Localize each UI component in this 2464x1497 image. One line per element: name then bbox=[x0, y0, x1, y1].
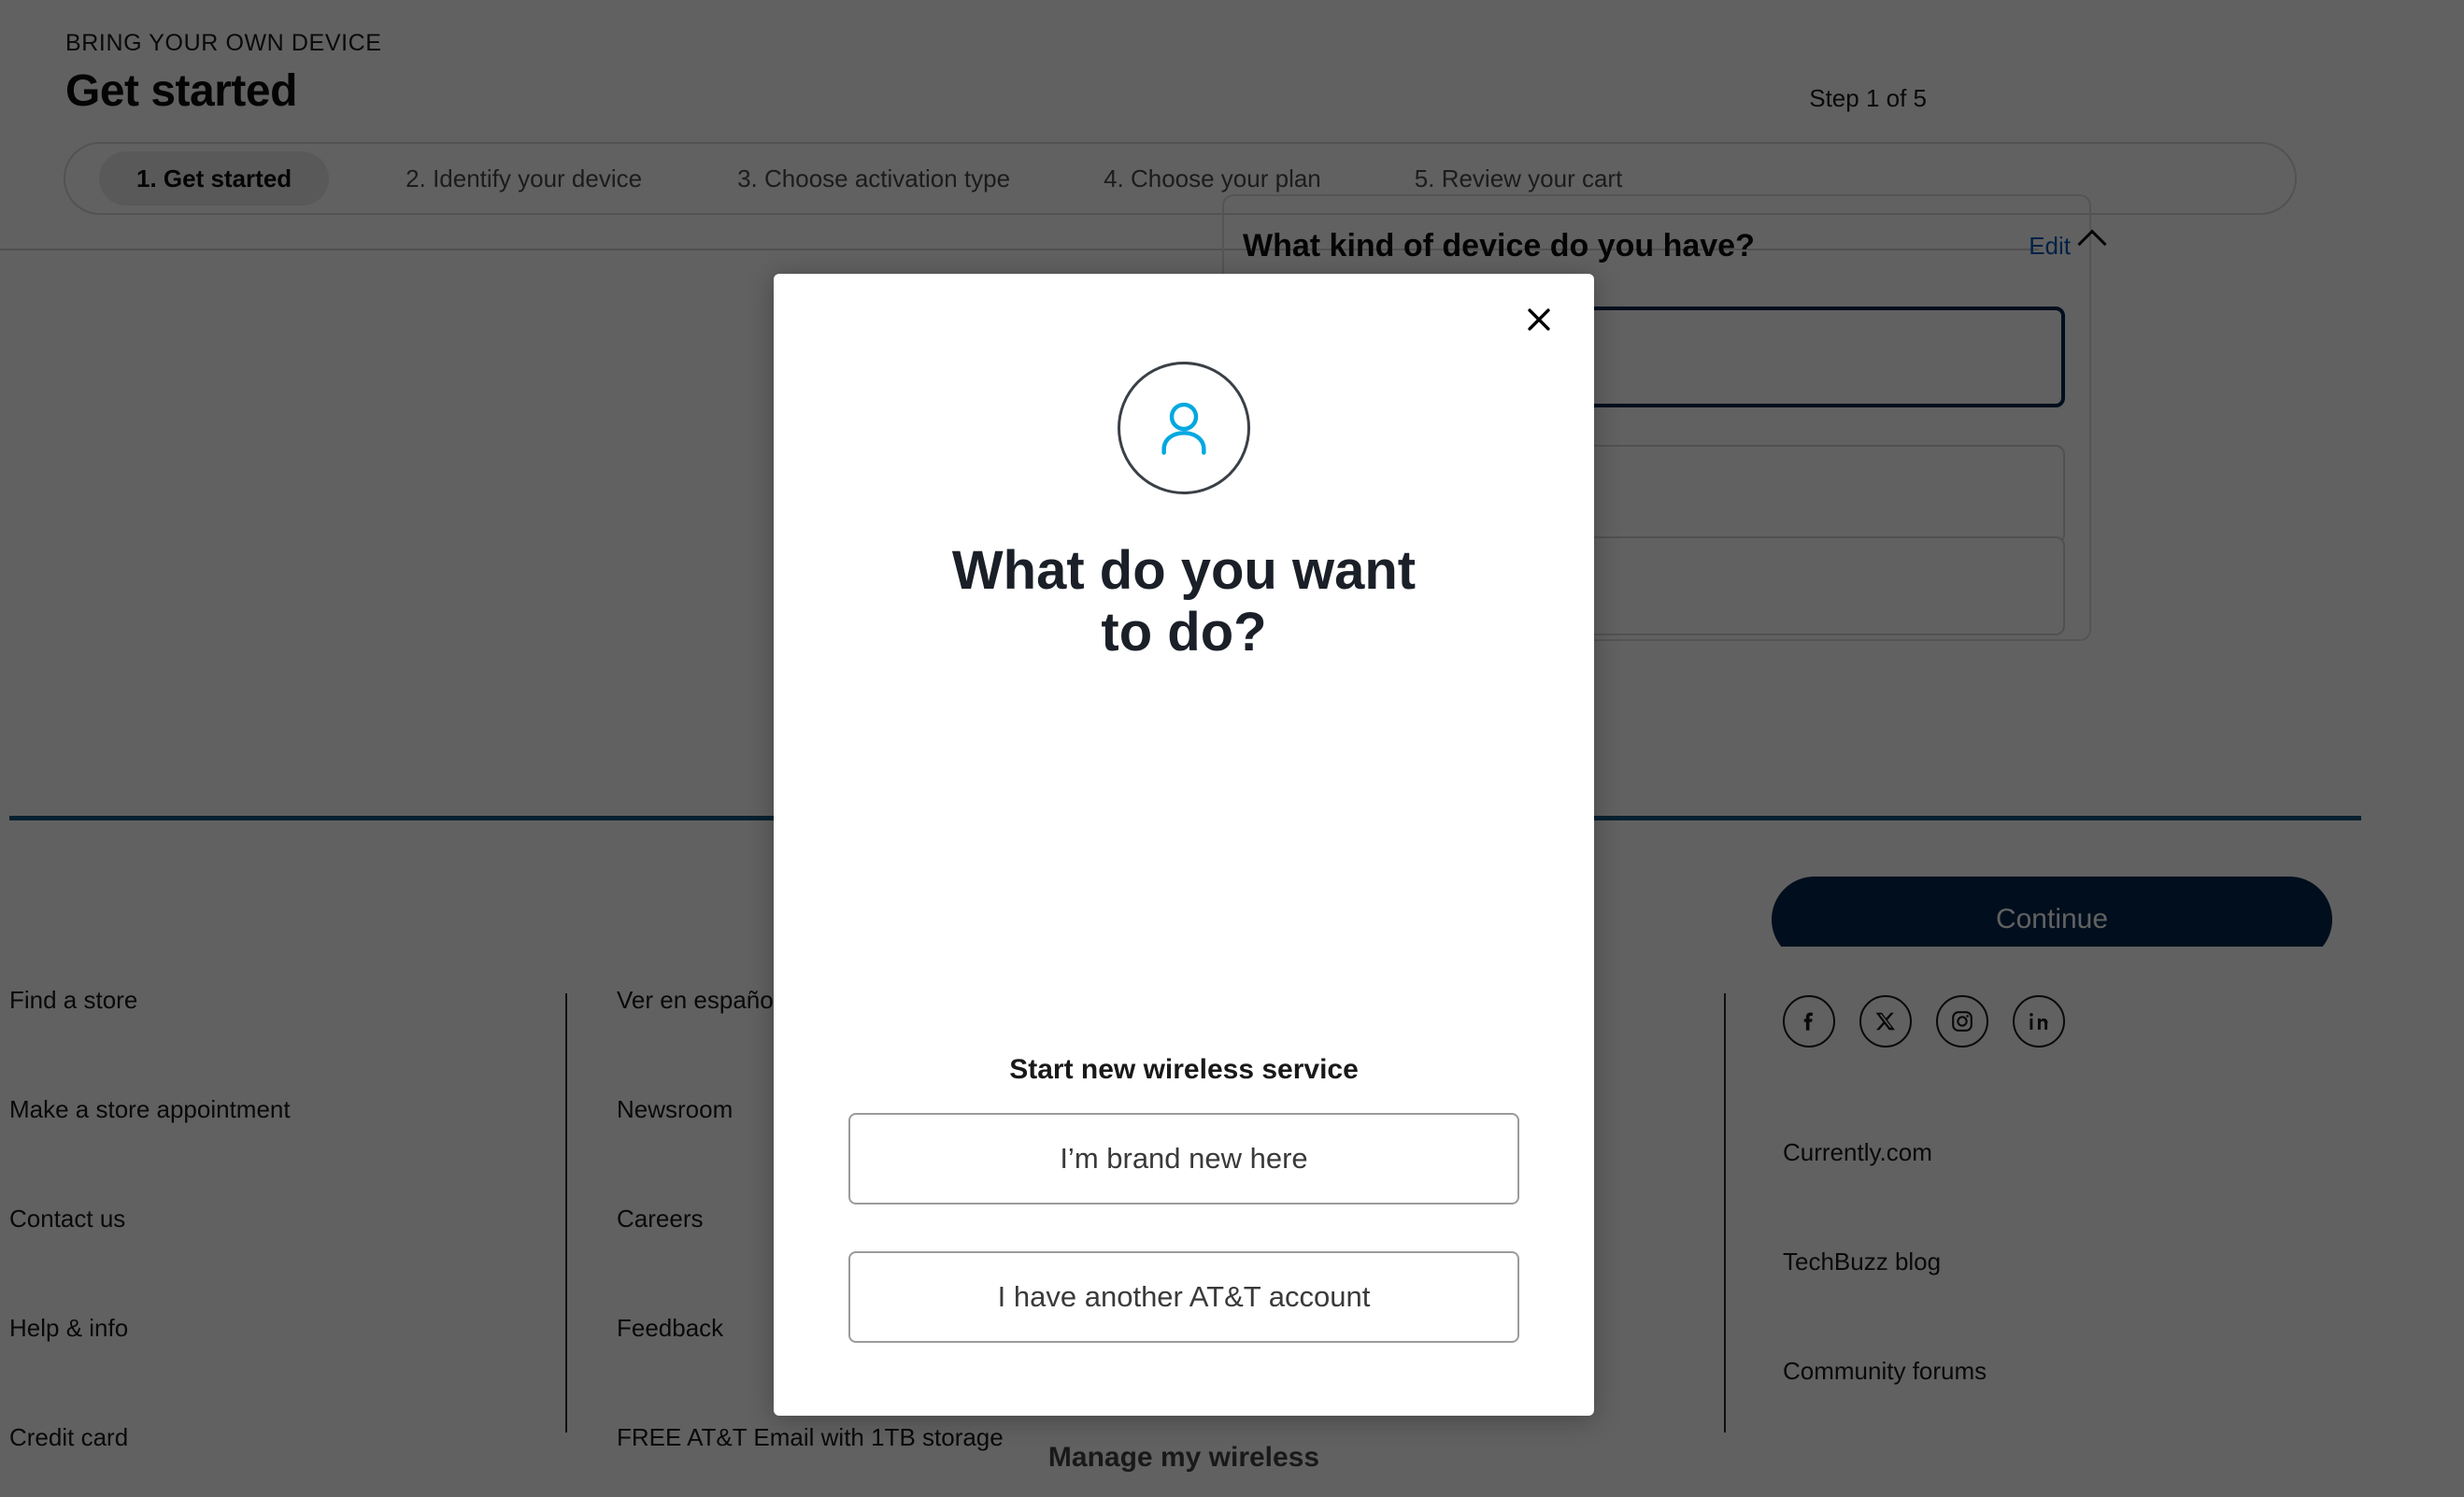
section-heading-manage-my-wireless: Manage my wireless bbox=[1047, 1442, 1320, 1473]
modal-title-line-1: What do you want bbox=[951, 540, 1417, 601]
what-do-you-want-to-do-modal: What do you want to do? Start new wirele… bbox=[774, 274, 1594, 1473]
person-icon bbox=[1118, 362, 1250, 494]
option-another-att-account[interactable]: I have another AT&T account bbox=[848, 1251, 1519, 1343]
page-root: BRING YOUR OWN DEVICE Get started Step 1… bbox=[0, 0, 2464, 1497]
option-brand-new-here[interactable]: I’m brand new here bbox=[848, 1113, 1519, 1205]
modal-title: What do you want to do? bbox=[839, 540, 1529, 663]
modal-title-line-2: to do? bbox=[1101, 602, 1267, 663]
close-icon[interactable] bbox=[1517, 298, 1560, 341]
section-heading-start-new-service: Start new wireless service bbox=[1009, 1054, 1359, 1085]
